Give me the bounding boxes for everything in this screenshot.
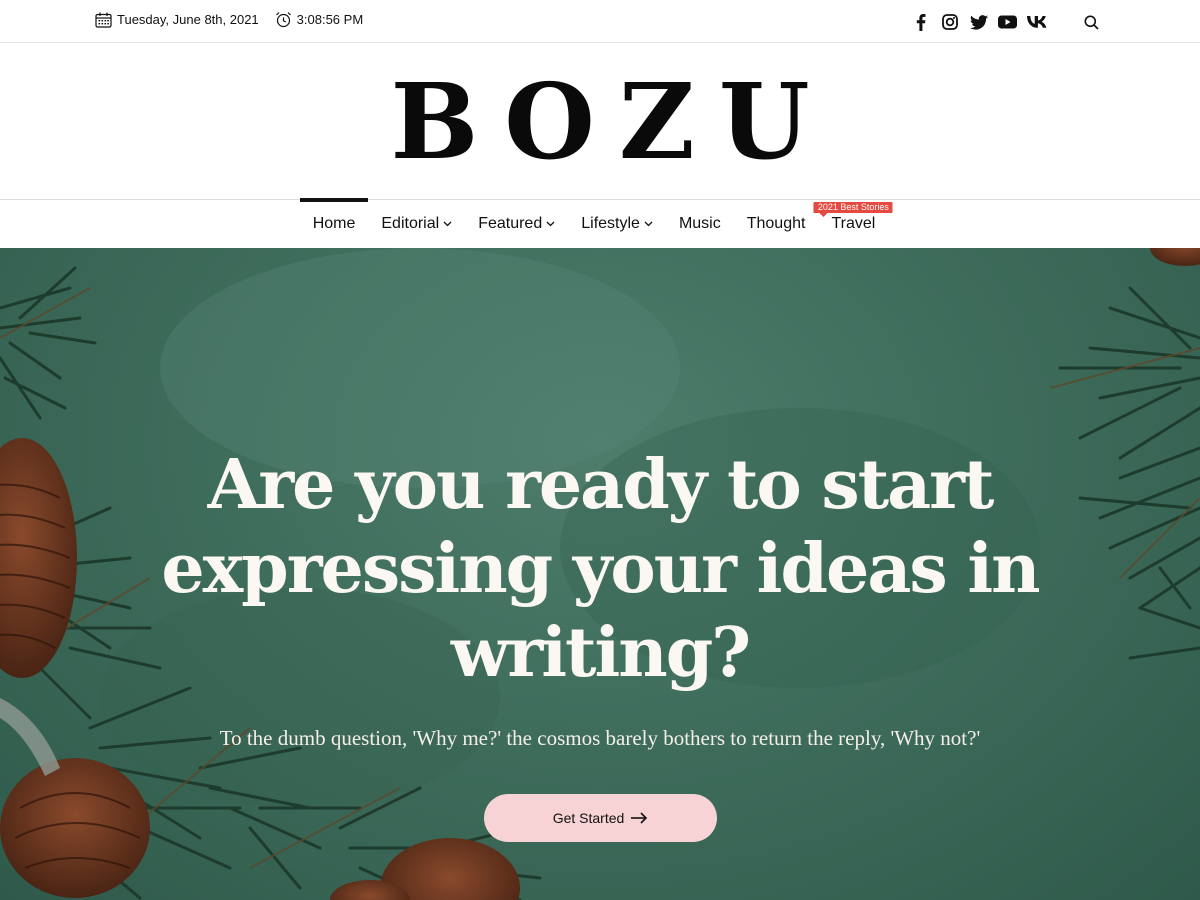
date-time: Tuesday, June 8th, 2021 3:08:56 PM <box>95 11 379 28</box>
nav-item-label: Thought <box>746 215 806 232</box>
nav-item-featured[interactable]: Featured <box>465 200 568 248</box>
nav-item-travel[interactable]: Travel 2021 Best Stories <box>813 200 893 248</box>
nav-item-home[interactable]: Home <box>299 198 369 248</box>
chevron-down-icon <box>644 221 653 227</box>
nav-badge: 2021 Best Stories <box>813 202 893 217</box>
calendar-icon <box>95 12 112 28</box>
twitter-icon[interactable] <box>964 12 993 32</box>
vk-icon[interactable] <box>1022 12 1051 32</box>
main-nav: Home Editorial Featured Lifestyle Music … <box>0 198 1200 248</box>
chevron-down-icon <box>546 221 555 227</box>
search-icon[interactable] <box>1077 12 1106 32</box>
nav-item-label: Editorial <box>381 215 440 232</box>
site-header: BOZU <box>0 43 1200 199</box>
nav-item-music[interactable]: Music <box>666 200 734 248</box>
nav-item-label: Lifestyle <box>581 215 640 232</box>
nav-item-label: Music <box>678 215 721 232</box>
arrow-right-icon <box>631 812 648 824</box>
site-logo[interactable]: BOZU <box>366 70 833 174</box>
nav-item-label: Featured <box>478 215 543 232</box>
current-time: 3:08:56 PM <box>296 12 364 27</box>
top-bar: Tuesday, June 8th, 2021 3:08:56 PM <box>0 0 1200 43</box>
hero-banner: Are you ready to start expressing your i… <box>0 248 1200 900</box>
date-item: Tuesday, June 8th, 2021 <box>95 12 259 28</box>
youtube-icon[interactable] <box>993 12 1022 32</box>
nav-item-thought[interactable]: Thought <box>734 200 819 248</box>
instagram-icon[interactable] <box>935 12 964 32</box>
nav-item-lifestyle[interactable]: Lifestyle <box>568 200 666 248</box>
nav-item-label: Travel <box>831 215 876 232</box>
current-date: Tuesday, June 8th, 2021 <box>117 12 259 27</box>
facebook-icon[interactable] <box>906 12 935 32</box>
alarm-clock-icon <box>275 12 291 28</box>
social-links <box>906 12 1106 32</box>
get-started-button[interactable]: Get Started <box>484 794 717 842</box>
get-started-label: Get Started <box>552 810 625 826</box>
nav-item-label: Home <box>312 215 356 232</box>
nav-item-editorial[interactable]: Editorial <box>368 200 465 248</box>
chevron-down-icon <box>443 221 452 227</box>
hero-subtitle: To the dumb question, 'Why me?' the cosm… <box>219 726 981 750</box>
hero-title: Are you ready to start expressing your i… <box>161 445 1040 693</box>
time-item: 3:08:56 PM <box>275 11 364 28</box>
